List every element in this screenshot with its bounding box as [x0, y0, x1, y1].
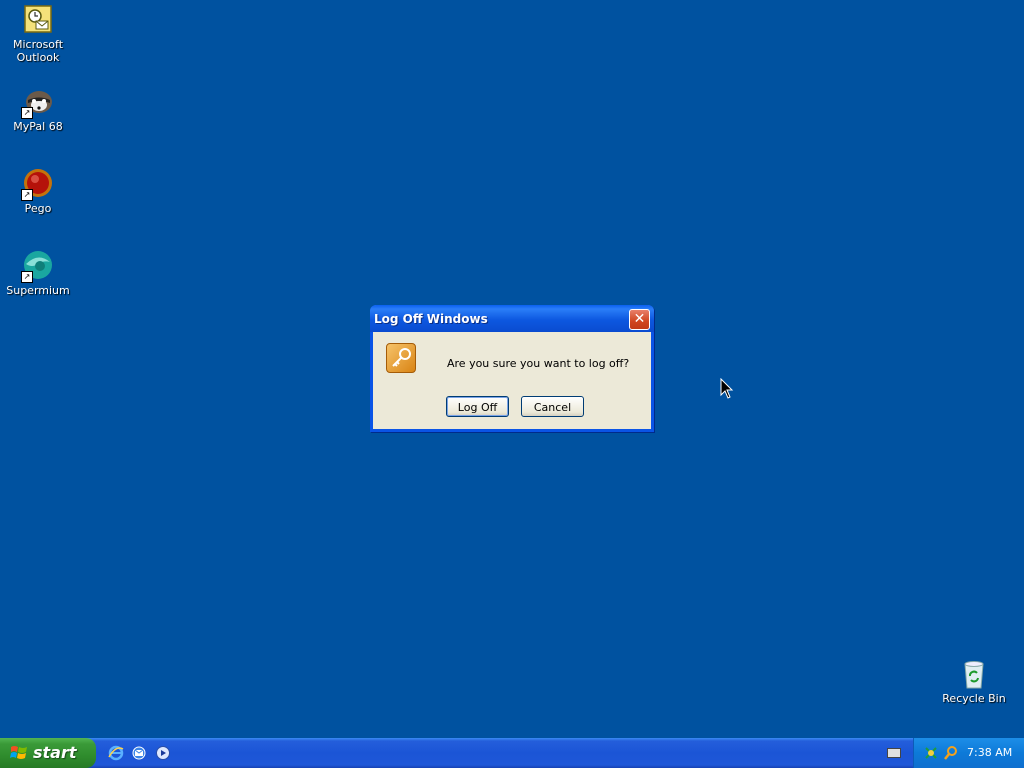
shortcut-arrow-icon: ↗ — [21, 107, 33, 119]
desktop-icon-label: Recycle Bin — [942, 692, 1006, 705]
dialog-message: Are you sure you want to log off? — [447, 357, 630, 370]
cancel-button[interactable]: Cancel — [521, 396, 584, 417]
close-button[interactable]: ✕ — [629, 309, 650, 330]
internet-explorer-icon[interactable] — [108, 745, 124, 761]
mouse-cursor-icon — [720, 378, 734, 399]
recycle-bin-icon — [958, 658, 990, 690]
desktop-icon-recycle-bin[interactable]: Recycle Bin — [936, 658, 1012, 705]
desktop-icon-label: Supermium — [6, 284, 70, 297]
system-tray: 7:38 AM — [913, 738, 1024, 768]
start-label: start — [33, 743, 77, 762]
clock[interactable]: 7:38 AM — [967, 746, 1012, 759]
pego-icon: ↗ — [21, 168, 54, 201]
media-player-icon[interactable] — [155, 745, 171, 761]
start-button[interactable]: start — [0, 738, 96, 768]
desktop-icon-outlook[interactable]: Microsoft Outlook — [0, 4, 76, 64]
outlook-icon — [22, 4, 54, 36]
taskbar: start 7:38 AM — [0, 738, 1024, 768]
search-icon[interactable] — [943, 745, 959, 761]
outlook-express-icon[interactable] — [131, 745, 147, 761]
logoff-dialog: Log Off Windows ✕ Are you sure you want … — [370, 305, 654, 432]
mypal-icon: ↗ — [21, 86, 54, 119]
desktop-icon-mypal[interactable]: ↗ MyPal 68 — [0, 86, 76, 133]
desktop-icon-label: Outlook — [16, 51, 60, 64]
keyboard-icon[interactable] — [887, 748, 901, 758]
dialog-title: Log Off Windows — [374, 312, 488, 326]
desktop-icon-label: MyPal 68 — [13, 120, 63, 133]
shortcut-arrow-icon: ↗ — [21, 271, 33, 283]
desktop: Microsoft Outlook ↗ MyPal 68 ↗ Pego ↗ Su… — [0, 0, 1024, 738]
close-icon: ✕ — [633, 311, 646, 327]
desktop-icon-label: Microsoft — [12, 38, 64, 51]
log-off-button[interactable]: Log Off — [446, 396, 509, 417]
desktop-icon-pego[interactable]: ↗ Pego — [0, 168, 76, 215]
network-icon[interactable] — [923, 745, 939, 761]
dialog-titlebar[interactable]: Log Off Windows ✕ — [370, 305, 654, 332]
supermium-icon: ↗ — [21, 250, 54, 283]
key-icon — [386, 343, 416, 373]
desktop-icon-supermium[interactable]: ↗ Supermium — [0, 250, 76, 297]
shortcut-arrow-icon: ↗ — [21, 189, 33, 201]
windows-logo-icon — [10, 746, 27, 759]
desktop-icon-label: Pego — [24, 202, 52, 215]
